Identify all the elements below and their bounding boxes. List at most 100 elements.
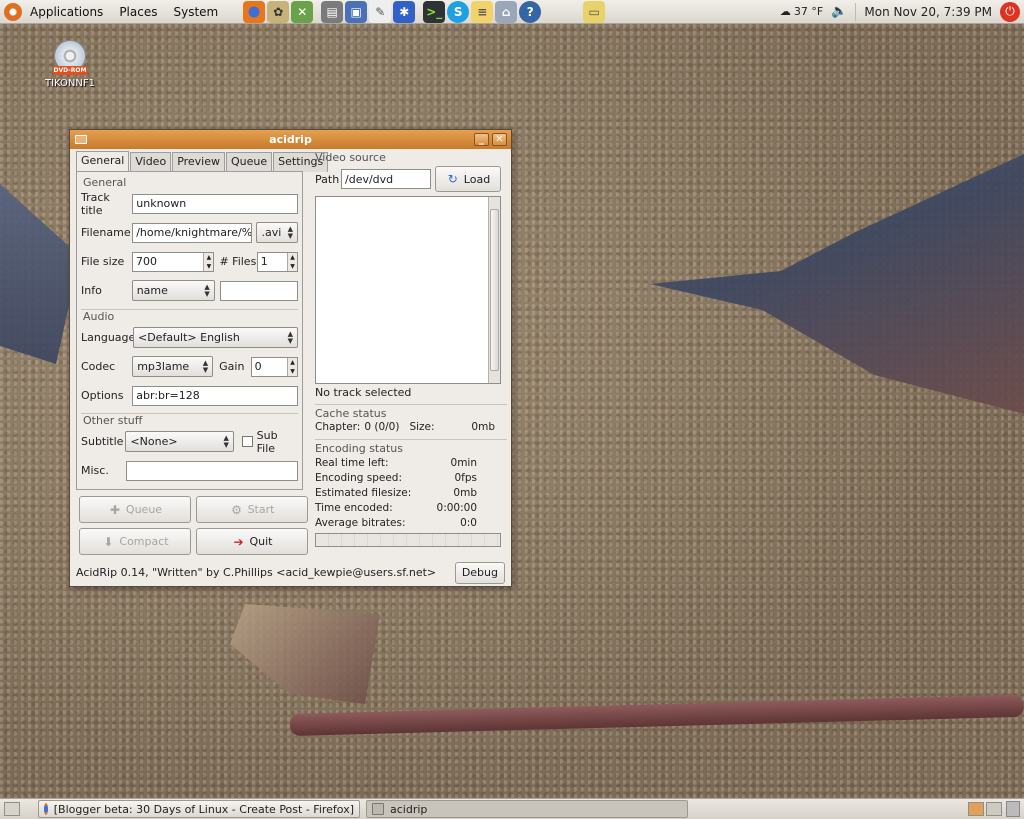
file-size-value: 700 — [135, 255, 157, 268]
updown-arrows-icon: ▲ ▼ — [287, 329, 293, 345]
filename-label: Filename — [81, 226, 131, 239]
workspace-1[interactable] — [968, 802, 984, 816]
skype-icon[interactable]: S — [447, 0, 470, 23]
stat-value: 0:00:00 — [436, 501, 477, 514]
bug-icon[interactable]: ✱ — [393, 0, 416, 23]
general-tab-panel: General Track title unknown Filename /ho… — [76, 171, 303, 490]
help-icon[interactable]: ? — [519, 0, 542, 23]
path-input[interactable]: /dev/dvd — [341, 169, 431, 189]
clock[interactable]: Mon Nov 20, 7:39 PM — [864, 5, 992, 19]
start-button[interactable]: ⚙ Start — [196, 496, 308, 523]
gain-spinner[interactable]: 0 ▲ ▼ — [250, 356, 299, 377]
stat-label: Real time left: — [315, 456, 389, 469]
terminal-icon[interactable]: >_ — [423, 0, 446, 23]
ubuntu-logo-icon[interactable] — [4, 2, 22, 21]
firefox-icon — [44, 803, 48, 815]
menu-places[interactable]: Places — [111, 5, 165, 19]
workspace-2[interactable] — [986, 802, 1002, 816]
firefox-icon[interactable] — [243, 0, 266, 23]
volume-icon[interactable]: 🔈 — [831, 4, 847, 19]
quit-button-label: Quit — [249, 535, 273, 548]
trash-icon[interactable] — [1006, 801, 1020, 817]
tab-bar: General Video Preview Queue Settings — [76, 151, 329, 172]
stat-label: Encoding speed: — [315, 471, 402, 484]
spin-arrows-icon[interactable]: ▲ ▼ — [287, 357, 298, 376]
gimp-icon[interactable]: ✕ — [291, 0, 314, 23]
encoding-progress-bar — [315, 533, 501, 547]
dvd-disc-icon: DVD-ROM — [53, 40, 87, 75]
menu-system[interactable]: System — [165, 5, 226, 19]
wallpaper-bark — [230, 604, 380, 704]
size-value: 0mb — [471, 421, 495, 433]
group-audio-label: Audio — [83, 310, 115, 323]
language-value: <Default> English — [138, 331, 240, 344]
compact-icon: ⬇ — [103, 534, 114, 549]
window-titlebar[interactable]: acidrip _ ✕ — [70, 130, 511, 149]
filename-input[interactable]: /home/knightmare/%T — [132, 222, 253, 243]
info-value: name — [136, 284, 168, 297]
info-extra-input[interactable] — [219, 280, 298, 301]
compact-button[interactable]: ⬇ Compact — [79, 528, 191, 555]
drive-icon[interactable]: ▭ — [583, 0, 606, 23]
debug-button[interactable]: Debug — [454, 561, 505, 584]
show-desktop-button[interactable] — [4, 802, 20, 816]
quit-button[interactable]: ➔ Quit — [196, 528, 308, 555]
tab-general[interactable]: General — [76, 151, 130, 172]
track-list[interactable] — [315, 196, 501, 384]
dvd-rom-badge: DVD-ROM — [53, 66, 87, 75]
extension-select[interactable]: .avi ▲ ▼ — [256, 222, 298, 243]
stat-value: 0fps — [454, 471, 477, 484]
load-button[interactable]: ↻ Load — [435, 166, 501, 192]
track-title-input[interactable]: unknown — [132, 193, 298, 214]
refresh-icon: ↻ — [447, 172, 458, 186]
spin-arrows-icon[interactable]: ▲ ▼ — [203, 252, 214, 271]
stat-row: Encoding speed: 0fps — [315, 470, 477, 485]
spin-arrows-icon[interactable]: ▲ ▼ — [287, 252, 297, 271]
options-label: Options — [81, 389, 124, 402]
notes-icon[interactable]: ≡ — [471, 0, 494, 23]
status-bar: AcidRip 0.14, "Written" by C.Phillips <a… — [70, 559, 511, 586]
cloud-icon: ☁ — [779, 5, 791, 18]
gears-icon: ⚙ — [231, 502, 242, 517]
codec-select[interactable]: mp3lame ▲ ▼ — [132, 356, 214, 377]
updown-arrows-icon: ▲ ▼ — [223, 433, 229, 449]
codec-value: mp3lame — [137, 360, 190, 373]
tab-video[interactable]: Video — [130, 152, 172, 172]
language-select[interactable]: <Default> English ▲ ▼ — [133, 327, 298, 348]
file-size-label: File size — [81, 255, 125, 268]
subtitle-select[interactable]: <None> ▲ ▼ — [125, 431, 234, 452]
text-editor-icon[interactable]: ✎ — [369, 0, 392, 23]
files-value: 1 — [260, 255, 268, 268]
tab-queue[interactable]: Queue — [226, 152, 273, 172]
desktop-dvd-icon[interactable]: DVD-ROM TIKONNF1 — [32, 40, 108, 96]
track-list-scrollbar[interactable] — [488, 197, 500, 383]
audio-options-input[interactable]: abr:br=128 — [132, 385, 298, 406]
taskbar-item-firefox[interactable]: [Blogger beta: 30 Days of Linux - Create… — [38, 800, 360, 818]
size-label: Size: — [409, 421, 435, 433]
info-select[interactable]: name ▲ ▼ — [131, 280, 215, 301]
stat-value: 0min — [450, 456, 477, 469]
weather-temp: 37 °F — [793, 5, 824, 18]
stat-label: Time encoded: — [315, 501, 393, 514]
power-icon[interactable]: ⏻ — [1000, 1, 1020, 22]
wallpaper-twig — [289, 694, 1024, 736]
tab-preview[interactable]: Preview — [172, 152, 226, 172]
sub-file-checkbox[interactable] — [241, 436, 253, 447]
file-size-spinner[interactable]: 700 ▲ ▼ — [131, 251, 215, 272]
weather-applet[interactable]: ☁ 37 °F — [780, 5, 823, 18]
floppy-icon[interactable]: ▣ — [345, 0, 368, 23]
taskbar-item-acidrip[interactable]: acidrip — [366, 800, 688, 818]
network-icon[interactable]: ⌂ — [495, 0, 518, 23]
system-tray: ☁ 37 °F 🔈 Mon Nov 20, 7:39 PM ⏻ — [780, 1, 1024, 22]
video-source-label: Video source — [315, 151, 386, 164]
queue-button[interactable]: ✚ Queue — [79, 496, 191, 523]
gaim-icon[interactable]: ✿ — [267, 0, 290, 23]
codec-label: Codec — [81, 360, 116, 373]
menu-applications[interactable]: Applications — [22, 5, 111, 19]
stat-label: Estimated filesize: — [315, 486, 412, 499]
misc-input[interactable] — [126, 460, 298, 481]
files-spinner[interactable]: 1 ▲ ▼ — [256, 251, 298, 272]
stat-row: Estimated filesize: 0mb — [315, 485, 477, 500]
misc-label: Misc. — [81, 464, 109, 477]
terminal-window-icon[interactable]: ▤ — [321, 0, 344, 23]
